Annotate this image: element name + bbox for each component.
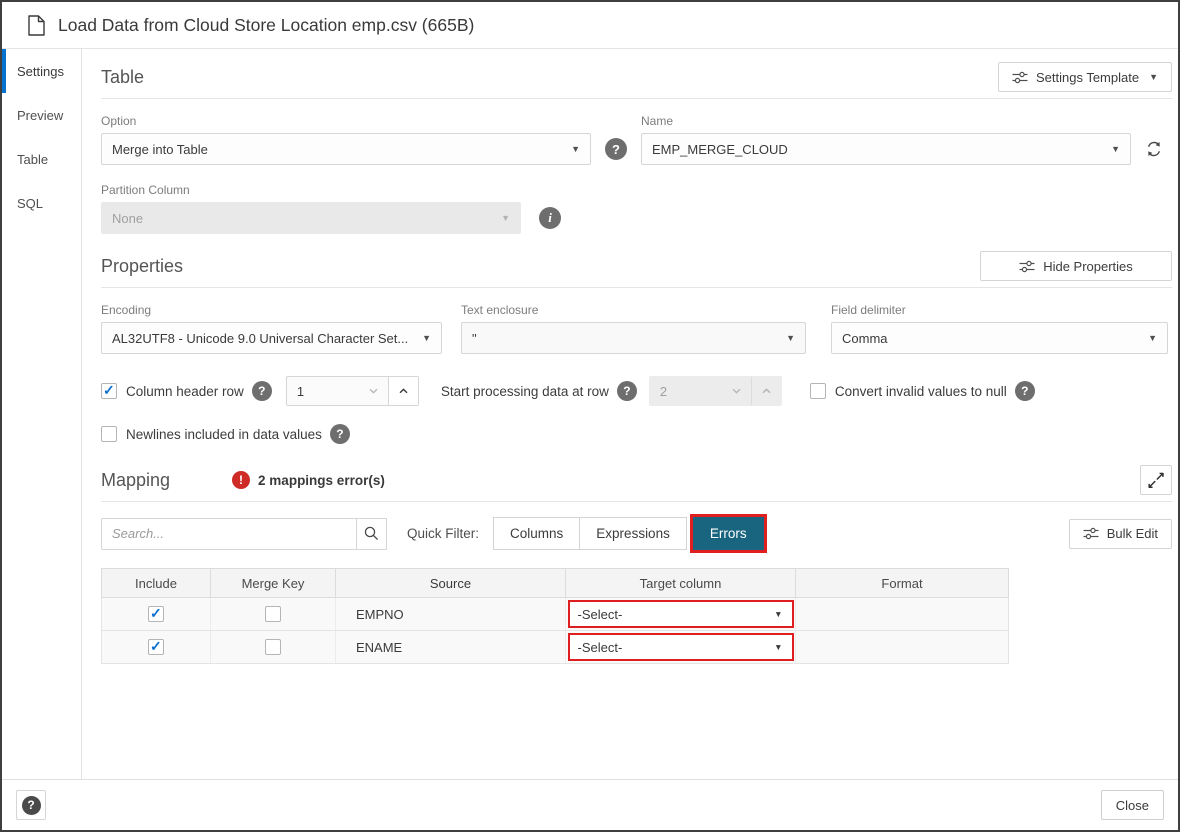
- convert-invalid-help-icon[interactable]: [1015, 381, 1035, 401]
- sliders-icon: [1012, 71, 1028, 84]
- sidebar-item-sql[interactable]: SQL: [2, 181, 81, 225]
- column-header-row-help-icon[interactable]: [252, 381, 272, 401]
- dialog-title: Load Data from Cloud Store Location emp.…: [58, 15, 474, 36]
- spinner-down-icon[interactable]: [360, 377, 388, 405]
- include-checkbox[interactable]: [148, 606, 164, 622]
- convert-invalid-label: Convert invalid values to null: [835, 384, 1007, 399]
- question-mark-icon: [22, 796, 41, 815]
- column-header-row-spinner[interactable]: 1: [286, 376, 419, 406]
- newlines-checkbox[interactable]: [101, 426, 117, 442]
- convert-invalid-checkbox[interactable]: [810, 383, 826, 399]
- column-header-target-column[interactable]: Target column: [566, 569, 796, 597]
- dialog-sidebar: Settings Preview Table SQL: [2, 49, 82, 779]
- sidebar-item-preview[interactable]: Preview: [2, 93, 81, 137]
- document-icon: [28, 15, 45, 36]
- mapping-section-heading: Mapping: [101, 470, 170, 491]
- search-icon[interactable]: [357, 518, 387, 550]
- dialog-footer: Close: [2, 779, 1178, 830]
- refresh-icon[interactable]: [1145, 140, 1163, 158]
- source-cell: ENAME: [336, 631, 566, 663]
- filter-columns-button[interactable]: Columns: [493, 517, 580, 550]
- filter-expressions-button[interactable]: Expressions: [579, 517, 687, 550]
- field-delimiter-dropdown[interactable]: Comma: [831, 322, 1168, 354]
- mapping-table-header: Include Merge Key Source Target column F…: [101, 568, 1009, 598]
- help-button[interactable]: [16, 790, 46, 820]
- encoding-label: Encoding: [101, 303, 442, 317]
- annotation-highlight-box: Errors: [690, 514, 767, 553]
- start-processing-spinner: 2: [649, 376, 782, 406]
- table-row: EMPNO -Select-: [101, 598, 1009, 631]
- section-divider: [101, 501, 1172, 502]
- name-dropdown[interactable]: EMP_MERGE_CLOUD: [641, 133, 1131, 165]
- bulk-edit-button[interactable]: Bulk Edit: [1069, 519, 1172, 549]
- chevron-down-icon: ▼: [1149, 72, 1158, 82]
- name-label: Name: [641, 114, 1172, 128]
- option-label: Option: [101, 114, 641, 128]
- newlines-label: Newlines included in data values: [126, 427, 322, 442]
- dialog-titlebar: Load Data from Cloud Store Location emp.…: [2, 2, 1178, 49]
- mapping-table: Include Merge Key Source Target column F…: [101, 568, 1009, 664]
- start-processing-help-icon[interactable]: [617, 381, 637, 401]
- start-processing-label: Start processing data at row: [441, 384, 609, 399]
- settings-template-button[interactable]: Settings Template ▼: [998, 62, 1172, 92]
- column-header-include[interactable]: Include: [102, 569, 211, 597]
- hide-properties-button[interactable]: Hide Properties: [980, 251, 1172, 281]
- field-delimiter-label: Field delimiter: [831, 303, 1168, 317]
- table-row: ENAME -Select-: [101, 631, 1009, 664]
- spinner-up-icon: [751, 377, 781, 405]
- settings-panel: Table Settings Template ▼: [82, 49, 1178, 779]
- search-input[interactable]: [101, 518, 357, 550]
- quick-filter-label: Quick Filter:: [407, 526, 479, 541]
- partition-column-label: Partition Column: [101, 183, 1172, 197]
- text-enclosure-dropdown[interactable]: ": [461, 322, 806, 354]
- maximize-button[interactable]: [1140, 465, 1172, 495]
- arrow-down-left-icon: [1147, 478, 1157, 490]
- column-header-merge-key[interactable]: Merge Key: [211, 569, 336, 597]
- column-header-row-checkbox[interactable]: [101, 383, 117, 399]
- merge-key-checkbox[interactable]: [265, 639, 281, 655]
- column-header-source[interactable]: Source: [336, 569, 566, 597]
- sliders-icon: [1083, 527, 1099, 540]
- encoding-dropdown[interactable]: AL32UTF8 - Unicode 9.0 Universal Charact…: [101, 322, 442, 354]
- spinner-up-icon[interactable]: [388, 377, 418, 405]
- column-header-format[interactable]: Format: [796, 569, 1008, 597]
- format-cell: [796, 598, 1008, 630]
- sidebar-item-table[interactable]: Table: [2, 137, 81, 181]
- format-cell: [796, 631, 1008, 663]
- option-help-icon[interactable]: [605, 138, 627, 160]
- load-data-dialog: Load Data from Cloud Store Location emp.…: [0, 0, 1180, 832]
- column-header-row-label: Column header row: [126, 384, 244, 399]
- partition-column-dropdown: None: [101, 202, 521, 234]
- error-icon: [232, 471, 250, 489]
- properties-section-heading: Properties: [101, 256, 183, 277]
- target-column-select[interactable]: -Select-: [568, 633, 794, 661]
- partition-info-icon[interactable]: [539, 207, 561, 229]
- close-button[interactable]: Close: [1101, 790, 1164, 820]
- sidebar-item-settings[interactable]: Settings: [2, 49, 81, 93]
- option-dropdown[interactable]: Merge into Table: [101, 133, 591, 165]
- filter-errors-button[interactable]: Errors: [693, 517, 764, 550]
- target-column-select[interactable]: -Select-: [568, 600, 794, 628]
- newlines-help-icon[interactable]: [330, 424, 350, 444]
- merge-key-checkbox[interactable]: [265, 606, 281, 622]
- include-checkbox[interactable]: [148, 639, 164, 655]
- source-cell: EMPNO: [336, 598, 566, 630]
- mapping-error-count: 2 mappings error(s): [258, 473, 385, 488]
- text-enclosure-label: Text enclosure: [461, 303, 806, 317]
- table-section-heading: Table: [101, 67, 144, 88]
- sliders-icon: [1019, 260, 1035, 273]
- spinner-down-icon: [723, 377, 751, 405]
